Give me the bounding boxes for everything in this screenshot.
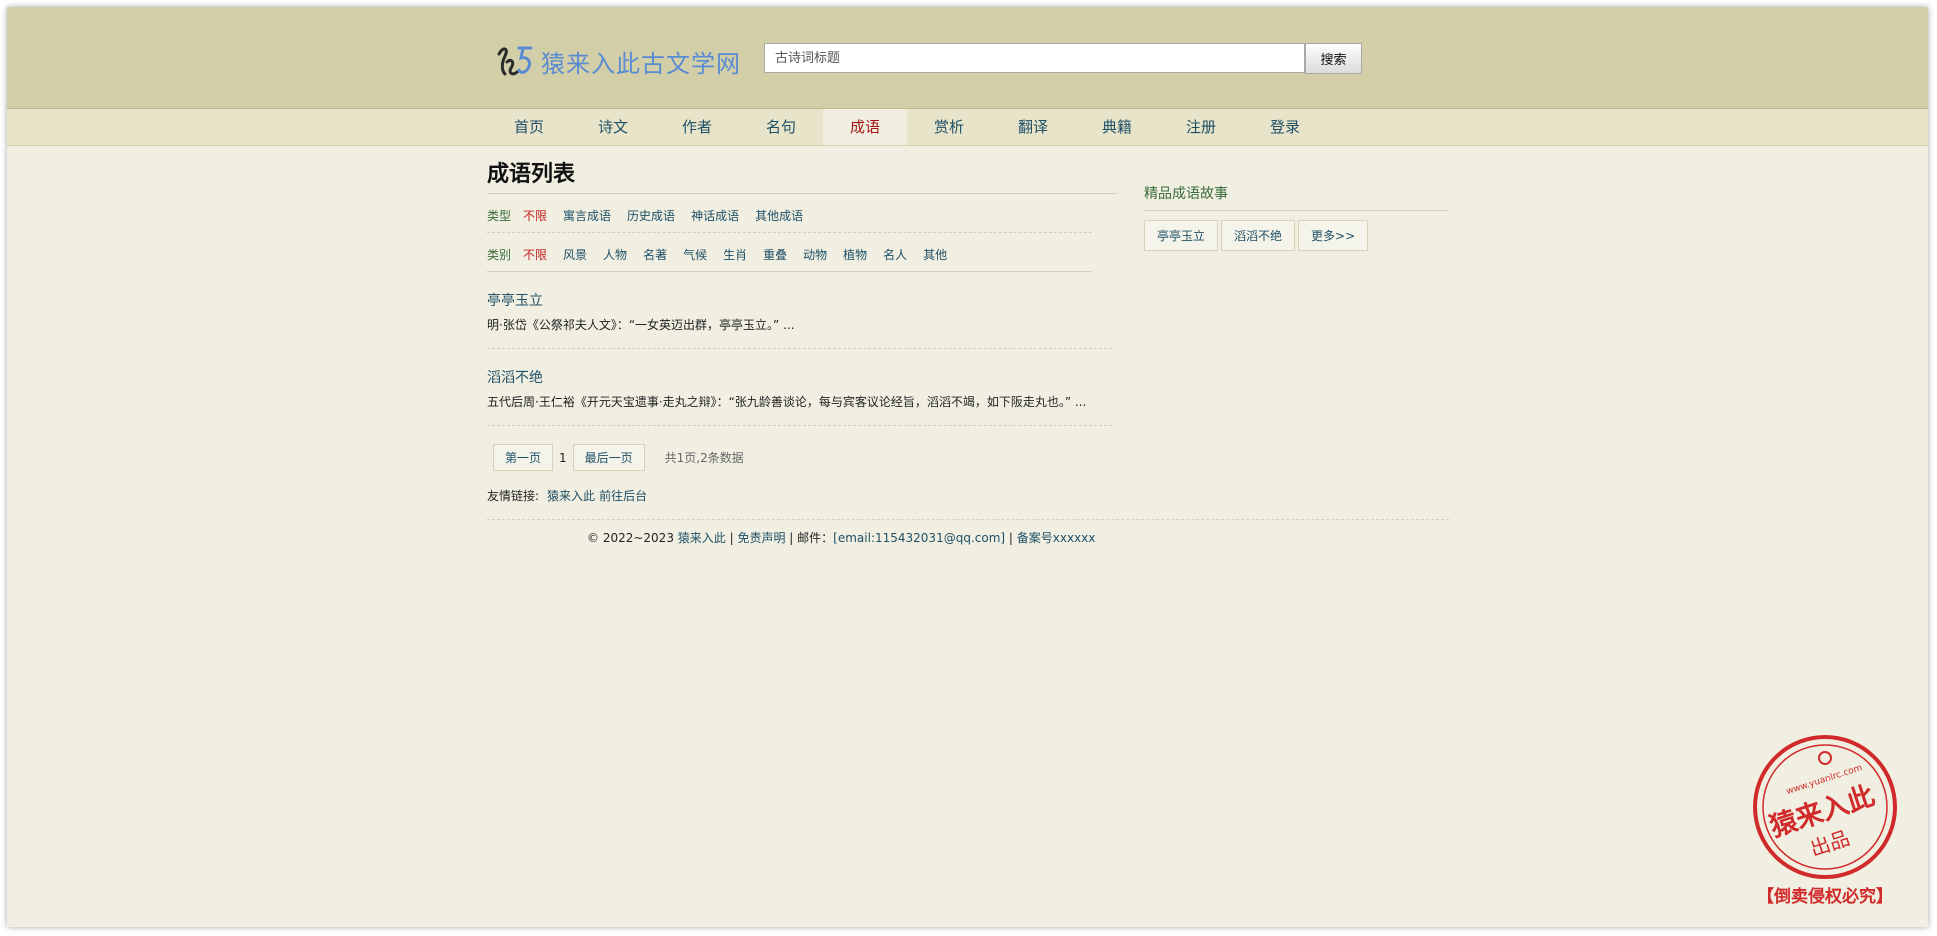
stamp-banner-text: 【倒卖侵权必究】 — [1757, 886, 1893, 907]
category-option-other[interactable]: 其他 — [923, 246, 947, 263]
footer-disclaimer-link[interactable]: 免责声明 — [737, 531, 785, 545]
stamp-sub-text: 出品 — [1807, 826, 1852, 861]
type-option-other[interactable]: 其他成语 — [755, 207, 803, 224]
footer-email-link[interactable]: [email:115432031@qq.com] — [833, 531, 1005, 545]
nav-classics[interactable]: 典籍 — [1075, 109, 1159, 145]
category-option-zodiac[interactable]: 生肖 — [723, 246, 747, 263]
main-nav: 首页 诗文 作者 名句 成语 赏析 翻译 典籍 注册 登录 — [7, 109, 1928, 146]
pagination: 第一页 1 最后一页 共1页,2条数据 — [493, 444, 1117, 471]
idiom-title-link[interactable]: 亭亭玉立 — [487, 290, 1112, 310]
sidebar-story-link[interactable]: 亭亭玉立 — [1144, 220, 1219, 251]
nav-authors[interactable]: 作者 — [655, 109, 739, 145]
logo-icon — [497, 46, 533, 76]
sidebar-more-link[interactable]: 更多>> — [1298, 220, 1369, 251]
nav-appreciation[interactable]: 赏析 — [907, 109, 991, 145]
nav-quotes[interactable]: 名句 — [739, 109, 823, 145]
idiom-entry: 亭亭玉立 明·张岱《公祭祁夫人文》：“一女英迈出群，亭亭玉立。” ... — [487, 272, 1112, 349]
friend-links-label: 友情链接: — [487, 489, 540, 503]
footer-email-label: | 邮件： — [785, 531, 834, 545]
main-content: 成语列表 类型 不限 寓言成语 历史成语 神话成语 其他成语 类别 不限 风景 … — [487, 159, 1117, 504]
nav-poems[interactable]: 诗文 — [571, 109, 655, 145]
first-page-button[interactable]: 第一页 — [493, 444, 554, 471]
category-option-any[interactable]: 不限 — [523, 246, 547, 263]
type-option-any[interactable]: 不限 — [523, 207, 547, 224]
nav-login[interactable]: 登录 — [1243, 109, 1327, 145]
footer: © 2022~2023 猿来入此 | 免责声明 | 邮件：[email:1154… — [587, 529, 1095, 546]
type-option-fable[interactable]: 寓言成语 — [563, 207, 611, 224]
footer-icp-link[interactable]: 备案号xxxxxx — [1017, 531, 1096, 545]
category-filter: 类别 不限 风景 人物 名著 气候 生肖 重叠 动物 植物 名人 其他 — [487, 233, 1092, 272]
category-option-plants[interactable]: 植物 — [843, 246, 867, 263]
type-filter: 类型 不限 寓言成语 历史成语 神话成语 其他成语 — [487, 194, 1092, 233]
idiom-entry: 滔滔不绝 五代后周·王仁裕《开元天宝遗事·走丸之辩》：“张九龄善谈论，每与宾客议… — [487, 349, 1112, 426]
sidebar: 精品成语故事 亭亭玉立 滔滔不绝 更多>> — [1144, 182, 1449, 251]
nav-idioms[interactable]: 成语 — [823, 109, 907, 145]
category-option-climate[interactable]: 气候 — [683, 246, 707, 263]
watermark-stamp: www.yuanlrc.com 猿来入此 出品 【倒卖侵权必究】 — [1753, 735, 1897, 907]
footer-separator: | — [1005, 531, 1017, 545]
friend-link-site[interactable]: 猿来入此 — [547, 489, 595, 503]
idiom-title-link[interactable]: 滔滔不绝 — [487, 367, 1112, 387]
idiom-description: 五代后周·王仁裕《开元天宝遗事·走丸之辩》：“张九龄善谈论，每与宾客议论经旨，滔… — [487, 395, 1087, 409]
pagination-info: 共1页,2条数据 — [664, 451, 744, 465]
category-option-celebrities[interactable]: 名人 — [883, 246, 907, 263]
page-frame: 猿来入此古文学网 搜索 首页 诗文 作者 名句 成语 赏析 翻译 典籍 注册 登… — [7, 7, 1928, 927]
footer-separator: | — [725, 531, 738, 545]
category-filter-label: 类别 — [487, 247, 512, 262]
sidebar-story-link[interactable]: 滔滔不绝 — [1221, 220, 1296, 251]
category-option-animals[interactable]: 动物 — [803, 246, 827, 263]
friend-links: 友情链接: 猿来入此 前往后台 — [487, 487, 1117, 504]
footer-copyright: © 2022~2023 — [587, 531, 674, 545]
type-option-myth[interactable]: 神话成语 — [691, 207, 739, 224]
nav-translation[interactable]: 翻译 — [991, 109, 1075, 145]
sidebar-title: 精品成语故事 — [1144, 182, 1449, 211]
nav-register[interactable]: 注册 — [1159, 109, 1243, 145]
header: 猿来入此古文学网 搜索 — [7, 7, 1928, 109]
category-option-people[interactable]: 人物 — [603, 246, 627, 263]
footer-divider — [487, 519, 1449, 520]
current-page: 1 — [559, 450, 567, 465]
footer-site-link[interactable]: 猿来入此 — [678, 531, 726, 545]
last-page-button[interactable]: 最后一页 — [572, 444, 645, 471]
site-title: 猿来入此古文学网 — [541, 49, 741, 78]
friend-link-admin[interactable]: 前往后台 — [599, 489, 647, 503]
type-filter-label: 类型 — [487, 208, 512, 223]
search-input[interactable] — [764, 43, 1305, 73]
idiom-description: 明·张岱《公祭祁夫人文》：“一女英迈出群，亭亭玉立。” ... — [487, 318, 795, 332]
nav-home[interactable]: 首页 — [487, 109, 571, 145]
page-title: 成语列表 — [487, 159, 1117, 194]
search-button[interactable]: 搜索 — [1305, 43, 1362, 74]
category-option-reduplication[interactable]: 重叠 — [763, 246, 787, 263]
site-logo[interactable]: 猿来入此古文学网 — [493, 40, 741, 82]
type-option-history[interactable]: 历史成语 — [627, 207, 675, 224]
category-option-scenery[interactable]: 风景 — [563, 246, 587, 263]
category-option-masterpiece[interactable]: 名著 — [643, 246, 667, 263]
